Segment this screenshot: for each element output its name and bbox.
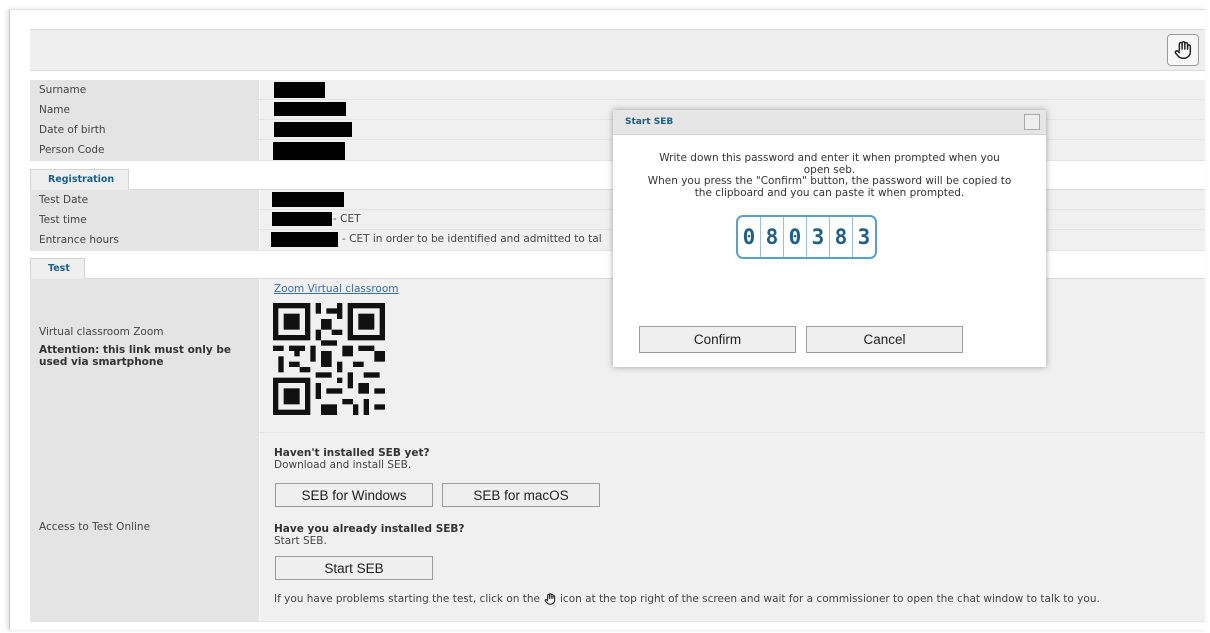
start-seb-button[interactable]: Start SEB [275,556,433,580]
redacted-surname [274,82,325,98]
dialog-message-line3: When you press the "Confirm" button, the… [647,175,1012,187]
cancel-button[interactable]: Cancel [806,326,963,353]
installed-text: Start SEB. [274,535,327,547]
date-of-birth-label: Date of birth [30,120,259,139]
test-time-suffix: - CET [333,213,361,225]
person-code-label: Person Code [30,140,259,160]
not-installed-text: Download and install SEB. [274,459,412,471]
virtual-classroom-cell: Virtual classroom Zoom Attention: this l… [30,279,259,432]
attention-note: Attention: this link must only be used v… [39,344,231,368]
zoom-qr-code[interactable] [273,302,385,416]
redacted-test-date [272,192,344,207]
password-display: 0 8 0 3 8 3 [736,215,877,259]
password-digit: 3 [807,217,830,257]
redacted-name [274,102,346,116]
entrance-hours-suffix: - CET in order to be identified and admi… [342,233,602,245]
access-test-online-label: Access to Test Online [30,433,259,621]
dialog-title-bar: Start SEB [613,110,1046,135]
surname-label: Surname [30,80,259,99]
help-text: If you have problems starting the test, … [274,592,1100,606]
zoom-virtual-classroom-link[interactable]: Zoom Virtual classroom [274,283,398,295]
dialog-message: Write down this password and enter it wh… [633,152,1026,199]
password-digit: 8 [761,217,784,257]
hand-icon [544,593,556,605]
seb-macos-button[interactable]: SEB for macOS [442,483,600,507]
help-hand-button[interactable] [1167,34,1199,66]
test-time-label: Test time [30,210,259,229]
seb-windows-button[interactable]: SEB for Windows [275,483,433,507]
dialog-close-button[interactable] [1024,114,1040,130]
redacted-date-of-birth [274,122,352,137]
hand-icon [1174,41,1192,59]
test-date-label: Test Date [30,190,259,209]
redacted-entrance-hours [271,232,338,247]
installed-title: Have you already installed SEB? [274,523,465,535]
tab-registration[interactable]: Registration [30,169,130,190]
redacted-person-code [273,142,345,160]
tab-test[interactable]: Test [30,258,85,279]
dialog-message-line4: the clipboard and you can paste it when … [694,186,965,199]
surname-value [260,80,1205,99]
virtual-classroom-label: Virtual classroom Zoom [39,326,164,338]
access-test-online-value: Haven't installed SEB yet? Download and … [260,433,1205,621]
dialog-title: Start SEB [625,117,674,127]
redacted-test-time [272,212,332,226]
password-digit: 8 [830,217,853,257]
not-installed-title: Haven't installed SEB yet? [274,447,430,459]
confirm-button[interactable]: Confirm [639,326,796,353]
help-text-before: If you have problems starting the test, … [274,593,541,605]
top-toolbar [30,29,1205,71]
start-seb-dialog: Start SEB Write down this password and e… [613,110,1046,367]
help-text-after: icon at the top right of the screen and … [560,593,1100,605]
password-digit: 3 [857,225,871,249]
row-surname: Surname [30,80,1205,100]
password-digit: 0 [784,217,807,257]
password-digit: 0 [738,217,761,257]
row-access-test-online: Access to Test Online Haven't installed … [30,433,1205,622]
dialog-message-line1: Write down this password and enter it wh… [659,152,1000,164]
entrance-hours-label: Entrance hours [30,230,259,250]
name-label: Name [30,100,259,119]
